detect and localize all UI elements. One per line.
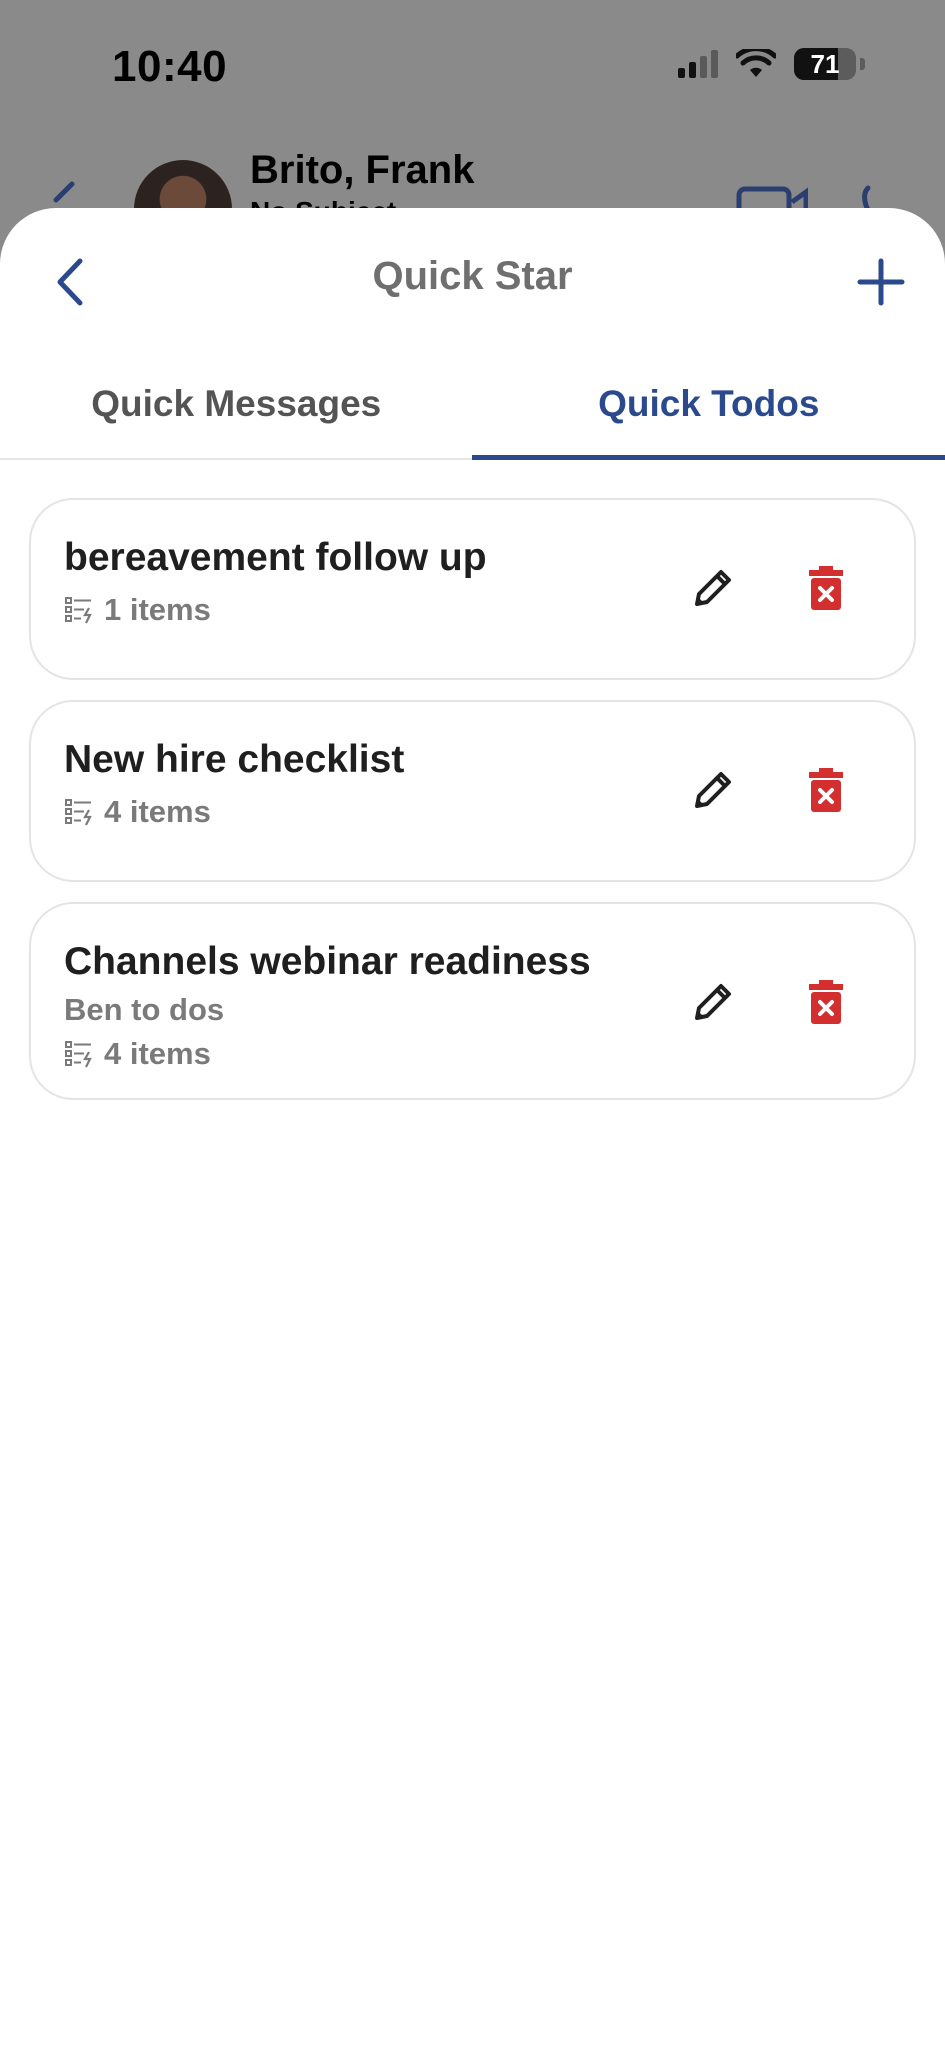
- tab-quick-todos[interactable]: Quick Todos: [473, 348, 945, 458]
- trash-icon: [809, 980, 843, 1024]
- checklist-icon: [65, 1041, 92, 1068]
- plus-icon: [857, 258, 905, 306]
- todo-description: Ben to dos: [64, 992, 225, 1027]
- edit-button[interactable]: [683, 972, 743, 1032]
- quick-star-sheet: Quick Star Quick Messages Quick Todos be…: [0, 208, 945, 2048]
- todo-item-count: 1 items: [104, 592, 211, 627]
- todo-item-count: 4 items: [104, 1036, 211, 1071]
- pencil-icon: [695, 772, 731, 808]
- trash-icon: [809, 566, 843, 610]
- todo-title: New hire checklist: [64, 738, 405, 781]
- todo-title: Channels webinar readiness: [64, 940, 591, 983]
- todo-meta: 1 items: [64, 592, 914, 628]
- todo-list: bereavement follow up 1 items New hire c…: [0, 460, 945, 1100]
- active-tab-indicator: [472, 455, 945, 460]
- tab-quick-messages[interactable]: Quick Messages: [0, 348, 473, 458]
- edit-button[interactable]: [683, 558, 743, 618]
- list-item[interactable]: New hire checklist 4 items: [29, 700, 916, 882]
- todo-meta: 4 items: [64, 794, 914, 830]
- delete-button[interactable]: [796, 558, 856, 618]
- todo-item-count: 4 items: [104, 794, 211, 829]
- tab-bar: Quick Messages Quick Todos: [0, 348, 945, 460]
- wifi-icon: [736, 49, 776, 77]
- pencil-icon: [695, 570, 731, 606]
- status-time: 10:40: [112, 42, 228, 91]
- list-item[interactable]: Channels webinar readiness Ben to dos 4 …: [29, 902, 916, 1100]
- delete-button[interactable]: [796, 760, 856, 820]
- edit-button[interactable]: [683, 760, 743, 820]
- sheet-header: Quick Star: [0, 208, 945, 348]
- trash-icon: [809, 768, 843, 812]
- pencil-icon: [695, 984, 731, 1020]
- todo-title: bereavement follow up: [64, 536, 487, 579]
- add-button[interactable]: [851, 252, 911, 312]
- list-item[interactable]: bereavement follow up 1 items: [29, 498, 916, 680]
- sheet-title: Quick Star: [372, 254, 573, 298]
- battery-level: 71: [810, 49, 840, 79]
- battery-icon: 71: [794, 48, 856, 80]
- status-icons: 71: [678, 48, 865, 80]
- checklist-icon: [65, 799, 92, 826]
- cellular-signal-icon: [678, 50, 718, 78]
- delete-button[interactable]: [796, 972, 856, 1032]
- contact-name: Brito, Frank: [250, 148, 475, 192]
- todo-meta: 4 items: [64, 1036, 914, 1072]
- checklist-icon: [65, 597, 92, 624]
